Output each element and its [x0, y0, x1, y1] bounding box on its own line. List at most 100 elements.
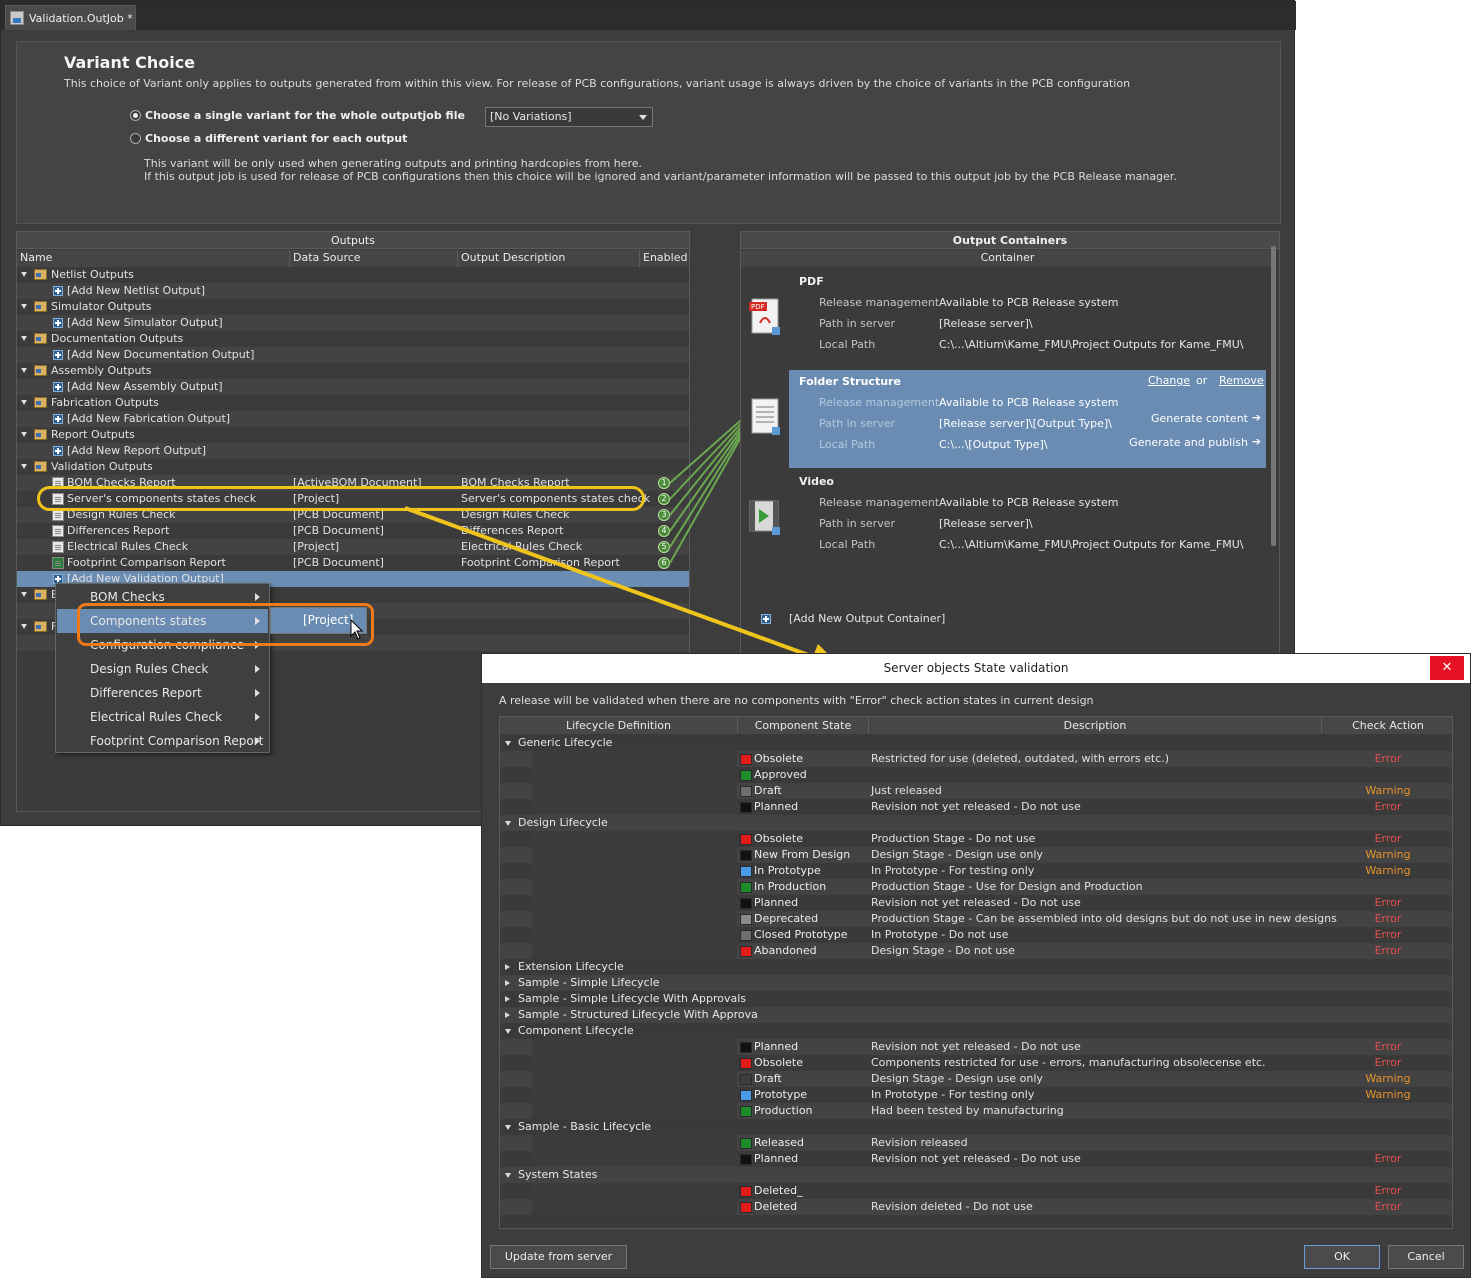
- state-row[interactable]: Abandoned Design Stage - Do not use Error: [500, 943, 1452, 959]
- pdf-release-value[interactable]: Available to PCB Release system: [939, 296, 1118, 309]
- remove-link[interactable]: Remove: [1219, 374, 1264, 387]
- generate-content-link[interactable]: Generate content: [1151, 412, 1248, 425]
- state-row[interactable]: Deleted Revision deleted - Do not use Erro…: [500, 1199, 1452, 1215]
- col-data-source[interactable]: Data Source: [290, 250, 458, 267]
- output-group-row[interactable]: Assembly Outputs: [17, 363, 689, 379]
- menu-item[interactable]: Footprint Comparison Report: [57, 729, 268, 753]
- pdf-server-value[interactable]: [Release server]\: [939, 317, 1033, 330]
- state-row[interactable]: New From Design Design Stage - Design use…: [500, 847, 1452, 863]
- output-group-row[interactable]: Report Outputs: [17, 427, 689, 443]
- col-output-description[interactable]: Output Description: [458, 250, 640, 267]
- container-link-badge[interactable]: 4: [658, 525, 670, 537]
- check-action[interactable]: Error: [1320, 1039, 1452, 1055]
- state-row[interactable]: Obsolete Components restricted for use - …: [500, 1055, 1452, 1071]
- folder-server-value[interactable]: [Release server]\[Output Type]\: [939, 417, 1112, 430]
- output-data-source[interactable]: [PCB Document]: [293, 523, 384, 539]
- expand-arrow-icon[interactable]: [505, 980, 510, 986]
- output-group-row[interactable]: Validation Outputs: [17, 459, 689, 475]
- lifecycle-group-row[interactable]: Extension Lifecycle: [500, 959, 1452, 975]
- state-row[interactable]: Closed Prototype In Prototype - Do not us…: [500, 927, 1452, 943]
- menu-item[interactable]: Differences Report: [57, 681, 268, 705]
- state-row[interactable]: Deleted_ Error: [500, 1183, 1452, 1199]
- scroll-thumb[interactable]: [1271, 246, 1276, 546]
- output-group-row[interactable]: Fabrication Outputs: [17, 395, 689, 411]
- collapse-arrow-icon[interactable]: [505, 1029, 511, 1034]
- folder-structure-container[interactable]: Folder Structure Change or Remove Releas…: [789, 370, 1266, 468]
- variant-select[interactable]: [No Variations]: [485, 107, 653, 127]
- col-name[interactable]: Name: [17, 250, 290, 267]
- lifecycle-group-row[interactable]: Component Lifecycle: [500, 1023, 1452, 1039]
- state-row[interactable]: Obsolete Restricted for use (deleted, out…: [500, 751, 1452, 767]
- state-row[interactable]: Planned Revision not yet released - Do no…: [500, 895, 1452, 911]
- single-variant-radio[interactable]: [130, 110, 141, 121]
- check-action[interactable]: Warning: [1320, 1071, 1452, 1087]
- add-container-link[interactable]: [Add New Output Container]: [789, 612, 945, 625]
- folder-release-value[interactable]: Available to PCB Release system: [939, 396, 1118, 409]
- check-action[interactable]: Error: [1320, 1199, 1452, 1215]
- add-output-row[interactable]: [Add New Report Output]: [17, 443, 689, 459]
- state-row[interactable]: Obsolete Production Stage - Do not use Err…: [500, 831, 1452, 847]
- state-row[interactable]: Production Had been tested by manufacturi…: [500, 1103, 1452, 1119]
- update-from-server-button[interactable]: Update from server: [490, 1245, 627, 1269]
- output-group-row[interactable]: Netlist Outputs: [17, 267, 689, 283]
- col-container[interactable]: Container: [741, 250, 1271, 267]
- check-action[interactable]: Warning: [1320, 783, 1452, 799]
- add-output-row[interactable]: [Add New Assembly Output]: [17, 379, 689, 395]
- expand-arrow-icon[interactable]: [21, 592, 27, 597]
- expand-arrow-icon[interactable]: [505, 1012, 510, 1018]
- check-action[interactable]: Error: [1320, 799, 1452, 815]
- expand-arrow-icon[interactable]: [21, 304, 27, 309]
- lifecycle-group-row[interactable]: Sample - Simple Lifecycle: [500, 975, 1452, 991]
- expand-arrow-icon[interactable]: [505, 964, 510, 970]
- container-link-badge[interactable]: 5: [658, 541, 670, 553]
- output-group-row[interactable]: Simulator Outputs: [17, 299, 689, 315]
- col-lifecycle-definition[interactable]: Lifecycle Definition: [500, 717, 738, 734]
- generate-publish-link[interactable]: Generate and publish: [1129, 436, 1248, 449]
- state-row[interactable]: Prototype In Prototype - For testing only…: [500, 1087, 1452, 1103]
- state-row[interactable]: Released Revision released: [500, 1135, 1452, 1151]
- output-item-row[interactable]: Footprint Comparison Report [PCB Document…: [17, 555, 689, 571]
- state-row[interactable]: Draft Just released Warning: [500, 783, 1452, 799]
- collapse-arrow-icon[interactable]: [505, 821, 511, 826]
- lifecycle-group-row[interactable]: System States: [500, 1167, 1452, 1183]
- container-link-badge[interactable]: 2: [658, 493, 670, 505]
- output-item-row[interactable]: Differences Report [PCB Document] Differen…: [17, 523, 689, 539]
- check-action[interactable]: Error: [1320, 895, 1452, 911]
- check-action[interactable]: Error: [1320, 1183, 1452, 1199]
- container-link-badge[interactable]: 3: [658, 509, 670, 521]
- collapse-arrow-icon[interactable]: [505, 1173, 511, 1178]
- check-action[interactable]: Warning: [1320, 847, 1452, 863]
- col-component-state[interactable]: Component State: [738, 717, 869, 734]
- pdf-local-value[interactable]: C:\...\Altium\Kame_FMU\Project Outputs f…: [939, 338, 1243, 351]
- output-data-source[interactable]: [Project]: [293, 539, 339, 555]
- check-action[interactable]: Error: [1320, 751, 1452, 767]
- containers-scrollbar[interactable]: [1270, 236, 1277, 654]
- check-action[interactable]: Error: [1320, 911, 1452, 927]
- add-output-row[interactable]: [Add New Fabrication Output]: [17, 411, 689, 427]
- state-row[interactable]: In Prototype In Prototype - For testing o…: [500, 863, 1452, 879]
- state-row[interactable]: Planned Revision not yet released - Do no…: [500, 799, 1452, 815]
- lifecycle-group-row[interactable]: Sample - Simple Lifecycle With Approvals: [500, 991, 1452, 1007]
- state-row[interactable]: Planned Revision not yet released - Do no…: [500, 1151, 1452, 1167]
- document-tab[interactable]: Validation.OutJob *: [5, 5, 136, 30]
- check-action[interactable]: Warning: [1320, 1087, 1452, 1103]
- expand-arrow-icon[interactable]: [21, 272, 27, 277]
- output-data-source[interactable]: [PCB Document]: [293, 555, 384, 571]
- lifecycle-group-row[interactable]: Sample - Structured Lifecycle With Appro…: [500, 1007, 1452, 1023]
- col-enabled[interactable]: Enabled: [640, 250, 689, 267]
- expand-arrow-icon[interactable]: [505, 996, 510, 1002]
- expand-arrow-icon[interactable]: [21, 624, 27, 629]
- folder-local-value[interactable]: C:\...\[Output Type]\: [939, 438, 1048, 451]
- check-action[interactable]: Error: [1320, 927, 1452, 943]
- check-action[interactable]: Warning: [1320, 863, 1452, 879]
- add-output-row[interactable]: [Add New Netlist Output]: [17, 283, 689, 299]
- each-variant-radio[interactable]: [130, 133, 141, 144]
- add-output-row[interactable]: [Add New Simulator Output]: [17, 315, 689, 331]
- lifecycle-group-row[interactable]: Sample - Basic Lifecycle: [500, 1119, 1452, 1135]
- expand-arrow-icon[interactable]: [21, 400, 27, 405]
- col-description[interactable]: Description: [869, 717, 1322, 734]
- state-row[interactable]: Planned Revision not yet released - Do no…: [500, 1039, 1452, 1055]
- video-local-value[interactable]: C:\...\Altium\Kame_FMU\Project Outputs f…: [939, 538, 1243, 551]
- lifecycle-group-row[interactable]: Design Lifecycle: [500, 815, 1452, 831]
- check-action[interactable]: Error: [1320, 1055, 1452, 1071]
